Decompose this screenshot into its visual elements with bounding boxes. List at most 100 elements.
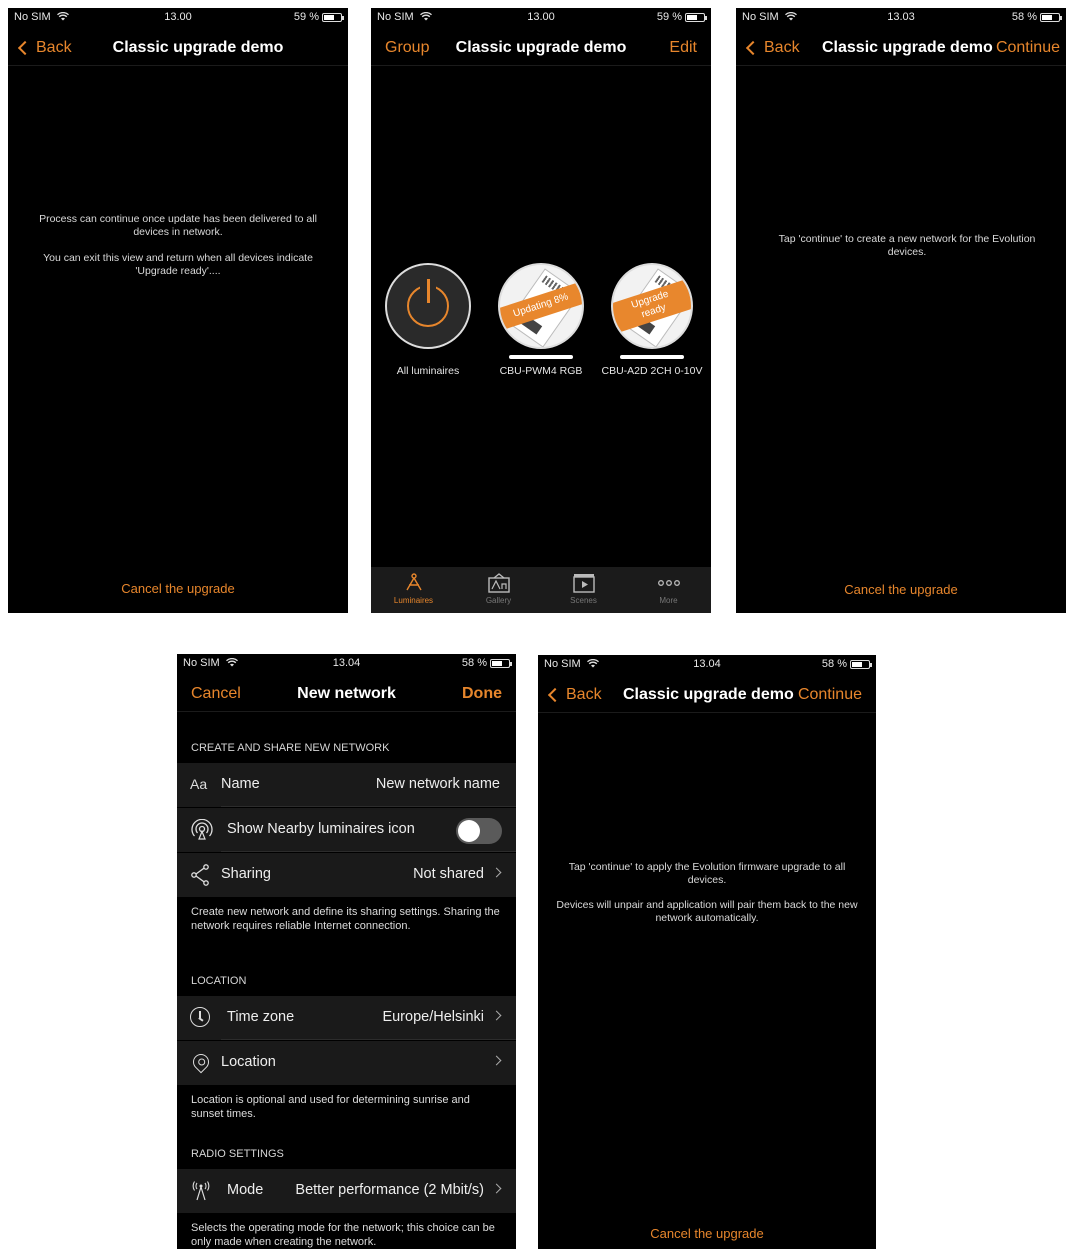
more-icon xyxy=(626,573,711,593)
location-pin-icon xyxy=(189,1050,213,1074)
navigation-bar: Back Classic upgrade demo Continue xyxy=(538,677,876,713)
luminaire-cbu-a2d[interactable]: Upgrade ready CBU-A2D 2CH 0-10V xyxy=(599,263,705,377)
page-title: Classic upgrade demo xyxy=(822,39,993,56)
continue-button[interactable]: Continue xyxy=(798,686,862,704)
cancel-upgrade-button[interactable]: Cancel the upgrade xyxy=(8,581,348,596)
tab-gallery[interactable]: Gallery xyxy=(456,567,541,613)
luminaire-icon xyxy=(371,573,456,593)
luminaire-label: All luminaires xyxy=(396,365,460,377)
mode-label: Mode xyxy=(227,1182,264,1198)
screen-apply-upgrade: No SIM 13.04 58 % Back Classic upgrade d… xyxy=(538,655,876,1249)
status-bar: No SIM 13.00 59 % xyxy=(8,8,348,28)
screen-luminaires: No SIM 13.00 59 % Group Classic upgrade … xyxy=(371,8,711,613)
tab-bar: Luminaires Gallery Scenes More xyxy=(371,567,711,613)
section-header-location: LOCATION xyxy=(191,975,247,987)
section-header-radio: RADIO SETTINGS xyxy=(191,1148,284,1160)
screen-upgrade-waiting: No SIM 13.00 59 % Back Classic upgrade d… xyxy=(8,8,348,613)
battery-status: 59 % xyxy=(294,11,344,23)
tab-scenes[interactable]: Scenes xyxy=(541,567,626,613)
battery-icon xyxy=(490,658,512,668)
location-label: Location xyxy=(221,1054,276,1070)
page-title: Classic upgrade demo xyxy=(112,39,284,56)
navigation-bar: Group Classic upgrade demo Edit xyxy=(371,30,711,66)
chevron-left-icon xyxy=(745,40,761,56)
battery-status: 58 % xyxy=(462,657,512,669)
location-section-footer: Location is optional and used for determ… xyxy=(191,1094,470,1120)
battery-icon xyxy=(685,12,707,22)
status-message: Tap 'continue' to create a new network f… xyxy=(778,233,1036,258)
nearby-icon xyxy=(190,818,213,841)
navigation-bar: Cancel New network Done xyxy=(177,676,516,712)
sharing-value: Not shared xyxy=(413,866,502,882)
radio-section-footer: Selects the operating mode for the netwo… xyxy=(191,1222,495,1248)
status-bar: No SIM 13.00 59 % xyxy=(371,8,711,28)
timezone-row[interactable]: Time zone Europe/Helsinki xyxy=(177,996,516,1040)
nearby-label: Show Nearby luminaires icon xyxy=(227,821,415,837)
mode-value: Better performance (2 Mbit/s) xyxy=(295,1182,502,1198)
sharing-label: Sharing xyxy=(221,866,271,882)
text-format-icon: Aa xyxy=(190,776,208,792)
continue-button[interactable]: Continue xyxy=(996,39,1060,57)
location-row[interactable]: Location xyxy=(177,1041,516,1085)
chevron-right-icon xyxy=(491,1183,502,1194)
device-image: Upgrade ready xyxy=(611,263,693,349)
clock-icon xyxy=(190,1007,212,1029)
chevron-left-icon xyxy=(547,687,563,703)
done-button[interactable]: Done xyxy=(462,685,502,703)
name-label: Name xyxy=(221,776,260,792)
info-message: Devices will unpair and application will… xyxy=(556,899,858,924)
battery-icon xyxy=(322,12,344,22)
status-bar: No SIM 13.04 58 % xyxy=(177,654,516,674)
battery-status: 58 % xyxy=(1012,11,1062,23)
timezone-value: Europe/Helsinki xyxy=(382,1009,502,1025)
location-chevron xyxy=(484,1054,502,1070)
name-row[interactable]: Aa Name New network name xyxy=(177,763,516,807)
luminaire-cbu-pwm4-rgb[interactable]: Updating 8% CBU-PWM4 RGB xyxy=(493,263,589,377)
radio-antenna-icon xyxy=(190,1180,212,1202)
name-input[interactable]: New network name xyxy=(376,776,500,792)
chevron-right-icon xyxy=(491,1010,502,1021)
tab-luminaires[interactable]: Luminaires xyxy=(371,567,456,613)
back-button[interactable]: Back xyxy=(744,39,800,57)
navigation-bar: Back Classic upgrade demo xyxy=(8,30,348,66)
luminaire-all[interactable]: All luminaires xyxy=(383,263,473,377)
back-button[interactable]: Back xyxy=(546,686,602,704)
luminaire-label: CBU-PWM4 RGB xyxy=(499,365,583,377)
cancel-upgrade-button[interactable]: Cancel the upgrade xyxy=(538,1226,876,1241)
battery-status: 58 % xyxy=(822,658,872,670)
section-header-create: CREATE AND SHARE NEW NETWORK xyxy=(191,742,390,754)
gallery-icon xyxy=(456,573,541,593)
screen-new-network: No SIM 13.04 58 % Cancel New network Don… xyxy=(177,654,516,1249)
edit-button[interactable]: Edit xyxy=(669,39,697,57)
battery-icon xyxy=(1040,12,1062,22)
tab-more[interactable]: More xyxy=(626,567,711,613)
nearby-toggle[interactable] xyxy=(456,818,502,844)
chevron-left-icon xyxy=(17,40,33,56)
status-bar: No SIM 13.03 58 % xyxy=(736,8,1066,28)
battery-status: 59 % xyxy=(657,11,707,23)
navigation-bar: Back Classic upgrade demo Continue xyxy=(736,30,1066,66)
timezone-label: Time zone xyxy=(227,1009,295,1025)
scenes-icon xyxy=(541,573,626,593)
nearby-row: Show Nearby luminaires icon xyxy=(177,808,516,852)
page-title: Classic upgrade demo xyxy=(455,39,627,56)
progress-bar xyxy=(620,355,684,359)
luminaire-label: CBU-A2D 2CH 0-10V xyxy=(601,365,703,377)
info-message: You can exit this view and return when a… xyxy=(43,252,313,277)
sharing-row[interactable]: Sharing Not shared xyxy=(177,853,516,897)
share-icon xyxy=(190,864,212,886)
mode-row[interactable]: Mode Better performance (2 Mbit/s) xyxy=(177,1169,516,1213)
chevron-right-icon xyxy=(491,867,502,878)
progress-bar xyxy=(509,355,573,359)
page-title: Classic upgrade demo xyxy=(623,686,794,703)
status-bar: No SIM 13.04 58 % xyxy=(538,655,876,675)
status-message: Process can continue once update has bee… xyxy=(39,213,317,238)
chevron-right-icon xyxy=(491,1055,502,1066)
battery-icon xyxy=(850,659,872,669)
device-image: Updating 8% xyxy=(498,263,584,349)
cancel-upgrade-button[interactable]: Cancel the upgrade xyxy=(736,582,1066,597)
status-message: Tap 'continue' to apply the Evolution fi… xyxy=(568,861,846,886)
screen-create-network: No SIM 13.03 58 % Back Classic upgrade d… xyxy=(736,8,1066,613)
luminaire-circle xyxy=(385,263,471,349)
create-section-footer: Create new network and define its sharin… xyxy=(191,906,500,932)
